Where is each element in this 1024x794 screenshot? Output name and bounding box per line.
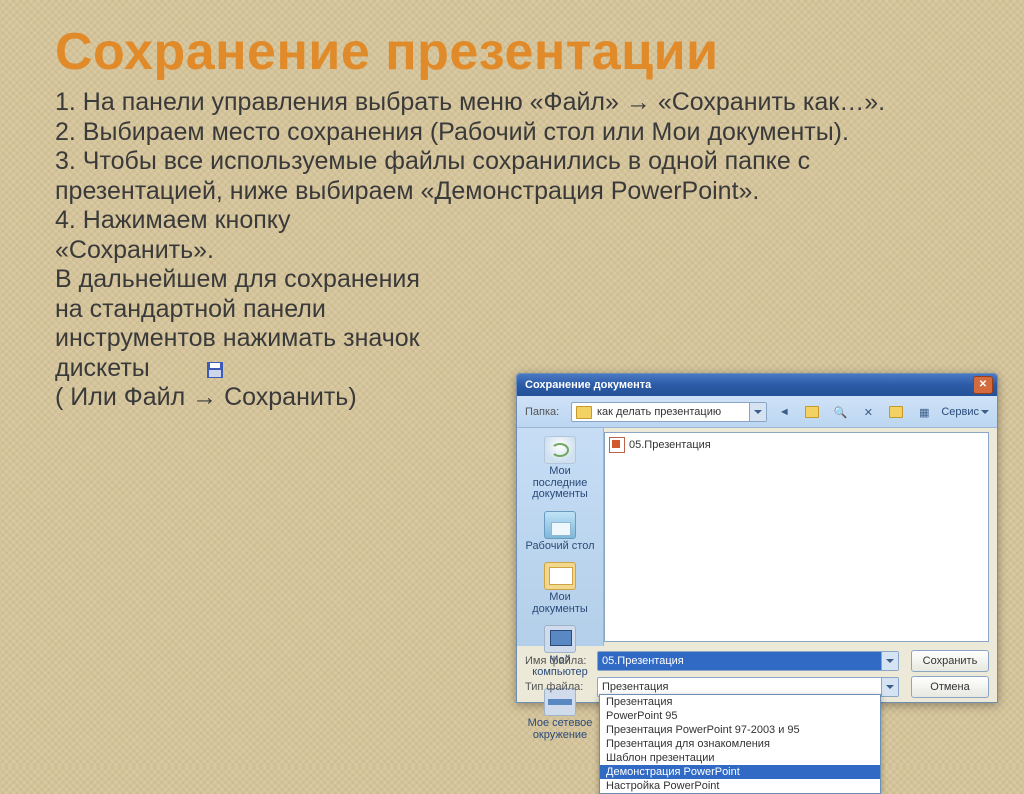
desktop-icon — [544, 511, 576, 539]
filename-label: Имя файла: — [525, 655, 591, 667]
filetype-label: Тип файла: — [525, 681, 591, 693]
place-documents[interactable]: Мои документы — [521, 558, 599, 619]
filetype-option[interactable]: Шаблон презентации — [600, 751, 880, 765]
filetype-option[interactable]: Презентация PowerPoint 97-2003 и 95 — [600, 723, 880, 737]
step-1: 1. На панели управления выбрать меню «Фа… — [55, 88, 974, 118]
close-icon[interactable]: ✕ — [973, 376, 993, 394]
chevron-down-icon[interactable] — [749, 403, 766, 421]
note-2: на стандартной панели — [55, 295, 974, 325]
note-3: инструментов нажимать значок — [55, 324, 974, 354]
filename-field[interactable]: 05.Презентация — [597, 651, 899, 671]
place-desktop[interactable]: Рабочий стол — [521, 507, 599, 557]
folder-icon — [576, 406, 592, 419]
dialog-toolbar: Папка: как делать презентацию ◄ 🔍 ✕ ▦ Се… — [517, 396, 997, 428]
step-2: 2. Выбираем место сохранения (Рабочий ст… — [55, 118, 974, 148]
documents-icon — [544, 562, 576, 590]
views-icon[interactable]: ▦ — [913, 401, 935, 423]
save-dialog: Сохранение документа ✕ Папка: как делать… — [516, 373, 998, 703]
filetype-option[interactable]: Презентация — [600, 695, 880, 709]
places-bar: Мои последние документы Рабочий стол Мои… — [517, 428, 604, 646]
ppt-file-icon — [609, 437, 625, 453]
chevron-down-icon[interactable] — [881, 678, 898, 696]
recent-icon — [544, 436, 576, 464]
dialog-title: Сохранение документа — [525, 379, 971, 391]
filetype-option[interactable]: Настройка PowerPoint — [600, 779, 880, 793]
file-list[interactable]: 05.Презентация — [604, 432, 989, 642]
cancel-button[interactable]: Отмена — [911, 676, 989, 698]
note-1: В дальнейшем для сохранения — [55, 265, 974, 295]
floppy-icon — [207, 362, 223, 378]
step-4a: 4. Нажимаем кнопку — [55, 206, 974, 236]
dialog-titlebar[interactable]: Сохранение документа ✕ — [517, 374, 997, 396]
dialog-bottom: Имя файла: 05.Презентация Сохранить Тип … — [517, 646, 997, 698]
filetype-option[interactable]: Презентация для ознакомления — [600, 737, 880, 751]
back-icon[interactable]: ◄ — [773, 401, 795, 423]
folder-value: как делать презентацию — [597, 406, 721, 418]
new-folder-icon[interactable] — [885, 401, 907, 423]
folder-combo[interactable]: как делать презентацию — [571, 402, 767, 422]
service-menu[interactable]: Сервис — [941, 406, 989, 418]
search-icon[interactable]: 🔍 — [829, 401, 851, 423]
chevron-down-icon[interactable] — [881, 652, 898, 670]
folder-label: Папка: — [525, 406, 565, 418]
step-4b: «Сохранить». — [55, 236, 974, 266]
filetype-dropdown[interactable]: ПрезентацияPowerPoint 95Презентация Powe… — [599, 694, 881, 794]
filetype-option[interactable]: PowerPoint 95 — [600, 709, 880, 723]
place-recent[interactable]: Мои последние документы — [521, 432, 599, 505]
save-button[interactable]: Сохранить — [911, 650, 989, 672]
list-item[interactable]: 05.Презентация — [609, 437, 984, 453]
up-folder-icon[interactable] — [801, 401, 823, 423]
slide-body: 1. На панели управления выбрать меню «Фа… — [55, 88, 974, 413]
slide-title: Сохранение презентации — [55, 22, 974, 82]
delete-icon[interactable]: ✕ — [857, 401, 879, 423]
step-3: 3. Чтобы все используемые файлы сохранил… — [55, 147, 974, 206]
filetype-option[interactable]: Демонстрация PowerPoint — [600, 765, 880, 779]
